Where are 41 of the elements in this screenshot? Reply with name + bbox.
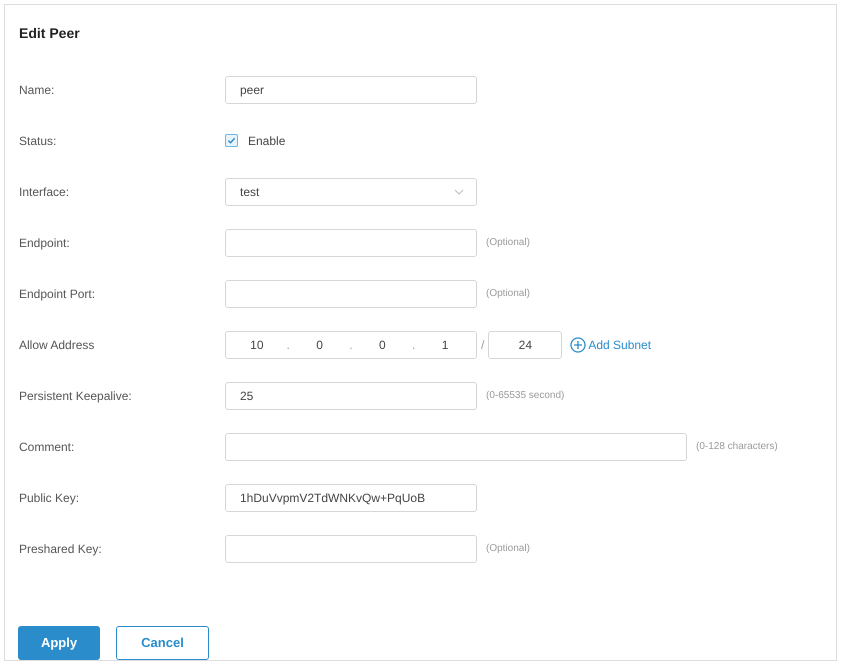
input-field[interactable]: 1hDuVvpmV2TdWNKvQw+PqUoB [225,484,477,512]
mask-field[interactable]: 24 [488,330,562,358]
field-label: Interface: [18,184,70,200]
field-label: Persistent Keepalive: [18,388,133,404]
hint-text: (Optional) [486,542,530,556]
input-field[interactable] [225,280,477,308]
dot-separator: . [286,336,290,354]
ip-octet[interactable]: 0 [308,336,332,354]
input-field[interactable] [225,432,687,460]
input-field[interactable]: 25 [225,382,477,410]
ip-octet[interactable]: 0 [370,336,394,354]
field-label: Public Key: [18,490,80,506]
field-label: Preshared Key: [18,540,103,558]
dot-separator: . [349,336,353,354]
hint-text: (Optional) [486,287,530,301]
field-label: Allow Address [18,336,96,354]
dot-separator: . [412,336,416,354]
field-label: Name: [18,82,56,98]
input-field[interactable] [225,228,477,256]
slash-separator: / [481,336,484,354]
chevron-down-icon [454,188,464,194]
input-field[interactable]: peer [225,76,477,104]
field-label: Status: [18,132,58,150]
checkbox-label[interactable]: Enable [248,132,286,150]
field-label: Endpoint Port: [18,286,96,302]
ip-octet[interactable]: 10 [244,336,269,354]
hint-text: (Optional) [486,236,530,250]
checkbox[interactable] [225,134,238,147]
input-field[interactable] [225,534,477,562]
apply-button[interactable]: Apply [18,626,100,660]
interface-dropdown[interactable]: test [225,178,477,206]
add-subnet-link[interactable]: Add Subnet [570,336,652,354]
cancel-button[interactable]: Cancel [116,626,209,660]
hint-text: (0-65535 second) [486,389,564,403]
field-label: Comment: [18,438,76,456]
ip-octet[interactable]: 1 [433,336,458,354]
plus-circle-icon [570,336,586,352]
ip-address-field[interactable]: 10 . 0 . 0 . 1 [225,330,477,358]
hint-text: (0-128 characters) [696,440,778,454]
field-label: Endpoint: [18,234,71,252]
dialog-title: Edit Peer [19,24,81,43]
